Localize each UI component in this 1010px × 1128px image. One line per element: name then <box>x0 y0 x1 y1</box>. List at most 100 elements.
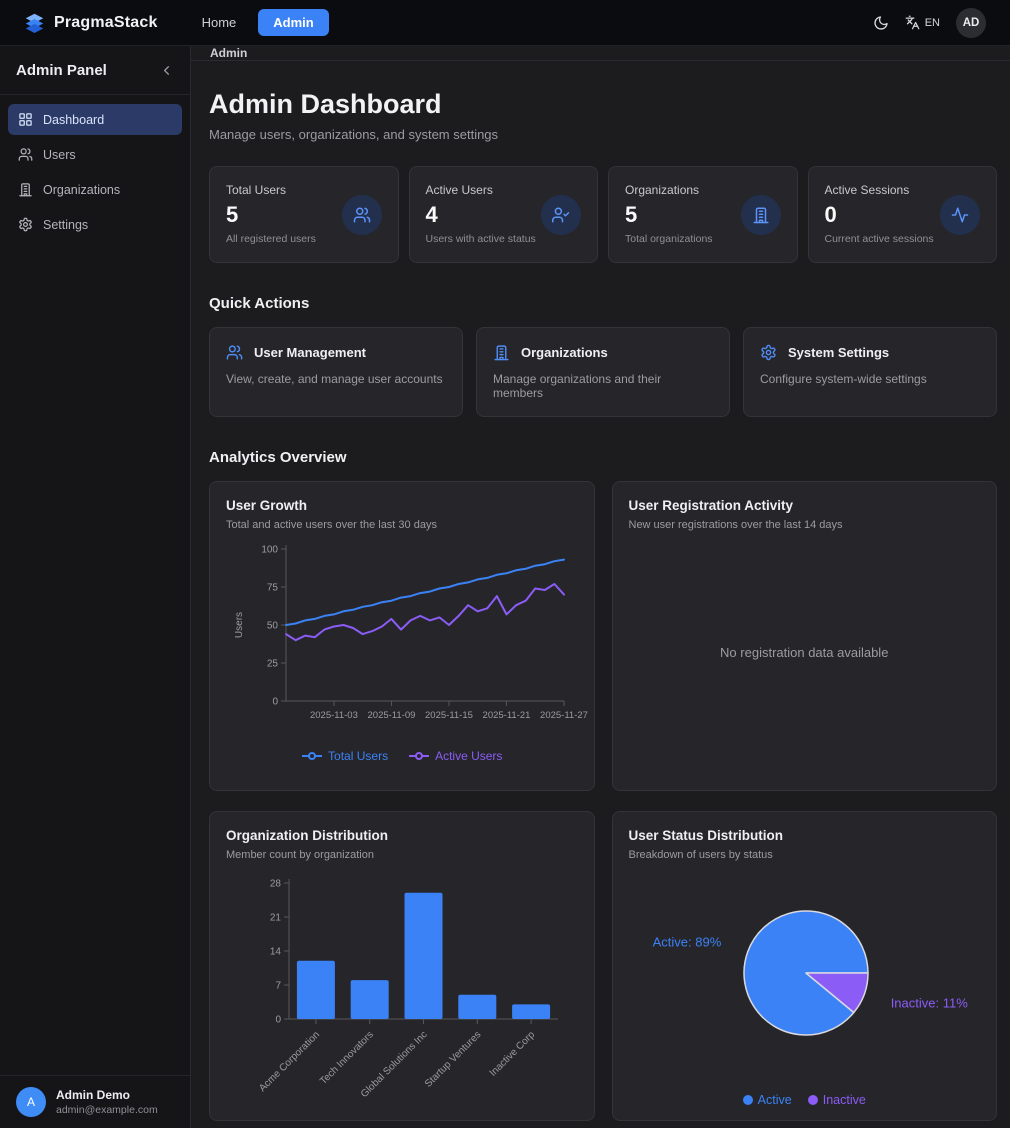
svg-text:2025-11-15: 2025-11-15 <box>425 710 473 721</box>
svg-text:14: 14 <box>270 947 282 958</box>
quick-action-user-management[interactable]: User Management View, create, and manage… <box>209 327 463 417</box>
admin-sidebar: Admin Panel Dashboard Users <box>0 46 191 1128</box>
quick-actions-heading: Quick Actions <box>209 295 997 312</box>
breadcrumb[interactable]: Admin <box>210 46 247 60</box>
activity-icon <box>940 195 980 235</box>
stats-grid: Total Users 5 All registered users Activ… <box>209 166 997 263</box>
users-icon <box>342 195 382 235</box>
moon-icon <box>873 15 889 31</box>
chart-subtitle: Total and active users over the last 30 … <box>226 519 578 531</box>
svg-text:2025-11-03: 2025-11-03 <box>310 710 358 721</box>
line-marker-icon <box>301 751 323 761</box>
sidebar-item-label: Organizations <box>43 183 120 197</box>
quick-actions-grid: User Management View, create, and manage… <box>209 327 997 417</box>
languages-icon <box>905 15 920 30</box>
gear-icon <box>760 344 777 361</box>
legend-item-total-users: Total Users <box>301 749 388 763</box>
sidebar-item-label: Dashboard <box>43 113 104 127</box>
sidebar-item-users[interactable]: Users <box>8 139 182 170</box>
user-status-pie-chart: Active: 89%Inactive: 11% <box>629 869 981 1091</box>
svg-text:Tech Innovators: Tech Innovators <box>318 1029 376 1087</box>
user-growth-line-chart: 0 25 50 75 100 2025-11-03 2025-11-09 2025-11-15… <box>226 539 578 737</box>
registration-activity-card: User Registration Activity New user regi… <box>612 481 998 791</box>
stat-description: Total organizations <box>625 233 781 245</box>
empty-state-text: No registration data available <box>720 645 888 660</box>
nav-link-admin[interactable]: Admin <box>258 9 328 36</box>
quick-action-description: View, create, and manage user accounts <box>226 372 446 386</box>
quick-action-description: Configure system-wide settings <box>760 372 980 386</box>
nav-link-home[interactable]: Home <box>192 9 247 36</box>
building-icon <box>493 344 510 361</box>
organization-bar-chart: 07142128Acme CorporationTech InnovatorsG… <box>226 869 578 1107</box>
stat-description: Users with active status <box>426 233 582 245</box>
chart-title: User Growth <box>226 498 578 513</box>
page-title: Admin Dashboard <box>209 89 997 120</box>
svg-text:0: 0 <box>272 697 278 708</box>
chart-subtitle: Breakdown of users by status <box>629 849 981 861</box>
stat-card-active-sessions: Active Sessions 0 Current active session… <box>808 166 998 263</box>
quick-action-organizations[interactable]: Organizations Manage organizations and t… <box>476 327 730 417</box>
quick-action-description: Manage organizations and their members <box>493 372 713 400</box>
svg-text:2025-11-09: 2025-11-09 <box>368 710 416 721</box>
sidebar-item-dashboard[interactable]: Dashboard <box>8 104 182 135</box>
page-subtitle: Manage users, organizations, and system … <box>209 127 997 142</box>
svg-text:100: 100 <box>261 545 278 556</box>
brand-name: PragmaStack <box>54 14 158 32</box>
user-avatar[interactable]: AD <box>956 8 986 38</box>
language-label: EN <box>925 17 940 29</box>
pie-chart-legend: Active Inactive <box>629 1093 981 1107</box>
legend-dot-icon <box>808 1095 818 1105</box>
building-icon <box>18 182 33 197</box>
language-switcher[interactable]: EN <box>905 15 940 30</box>
user-growth-card: User Growth Total and active users over … <box>209 481 595 791</box>
chevron-left-icon <box>159 63 174 78</box>
sidebar-title: Admin Panel <box>16 62 107 79</box>
legend-item-inactive: Inactive <box>808 1093 866 1107</box>
sidebar-item-label: Settings <box>43 218 88 232</box>
sidebar-menu: Dashboard Users Organizations Settings <box>0 95 190 1075</box>
sidebar-collapse-button[interactable] <box>159 63 174 78</box>
sidebar-item-organizations[interactable]: Organizations <box>8 174 182 205</box>
svg-text:25: 25 <box>267 659 279 670</box>
theme-toggle-button[interactable] <box>873 15 889 31</box>
main-nav: Home Admin <box>192 9 329 36</box>
dashboard-grid-icon <box>18 112 33 127</box>
svg-text:0: 0 <box>275 1015 281 1026</box>
svg-text:Acme Corporation: Acme Corporation <box>257 1029 322 1094</box>
top-navbar: PragmaStack Home Admin EN AD <box>0 0 1010 46</box>
sidebar-item-label: Users <box>43 148 76 162</box>
chart-title: Organization Distribution <box>226 828 578 843</box>
line-marker-icon <box>408 751 430 761</box>
svg-text:Inactive: 11%: Inactive: 11% <box>890 996 968 1011</box>
stat-card-organizations: Organizations 5 Total organizations <box>608 166 798 263</box>
brand-logo[interactable]: PragmaStack <box>24 12 158 33</box>
svg-text:50: 50 <box>267 621 279 632</box>
stat-card-active-users: Active Users 4 Users with active status <box>409 166 599 263</box>
legend-item-active: Active <box>743 1093 792 1107</box>
svg-text:75: 75 <box>267 583 279 594</box>
stat-card-total-users: Total Users 5 All registered users <box>209 166 399 263</box>
chart-title: User Status Distribution <box>629 828 981 843</box>
layers-icon <box>24 12 45 33</box>
analytics-heading: Analytics Overview <box>209 449 997 466</box>
quick-action-system-settings[interactable]: System Settings Configure system-wide se… <box>743 327 997 417</box>
main-area: Admin Admin Dashboard Manage users, orga… <box>191 46 1010 1128</box>
svg-text:Users: Users <box>234 612 245 638</box>
svg-text:21: 21 <box>270 913 282 924</box>
breadcrumb-bar: Admin <box>191 46 1010 61</box>
chart-subtitle: New user registrations over the last 14 … <box>629 519 981 531</box>
svg-text:28: 28 <box>270 879 282 890</box>
sidebar-user-card[interactable]: A Admin Demo admin@example.com <box>0 1075 190 1128</box>
quick-action-title: Organizations <box>521 345 608 360</box>
stat-description: Current active sessions <box>825 233 981 245</box>
stat-description: All registered users <box>226 233 382 245</box>
line-chart-legend: Total Users Active Users <box>226 749 578 763</box>
user-email: admin@example.com <box>56 1104 158 1116</box>
quick-action-title: User Management <box>254 345 366 360</box>
sidebar-item-settings[interactable]: Settings <box>8 209 182 240</box>
user-name: Admin Demo <box>56 1088 158 1102</box>
chart-subtitle: Member count by organization <box>226 849 578 861</box>
user-status-distribution-card: User Status Distribution Breakdown of us… <box>612 811 998 1121</box>
charts-grid: User Growth Total and active users over … <box>209 481 997 1121</box>
svg-text:2025-11-27: 2025-11-27 <box>540 710 588 721</box>
